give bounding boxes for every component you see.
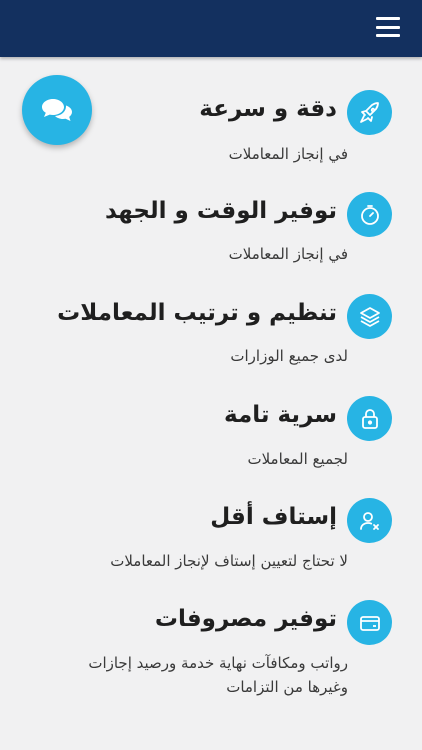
layers-icon bbox=[359, 306, 380, 327]
top-app-bar bbox=[0, 0, 422, 57]
feature-icon-circle bbox=[347, 192, 392, 237]
feature-icon-circle bbox=[347, 600, 392, 645]
hamburger-menu-icon[interactable] bbox=[376, 17, 400, 37]
lock-icon bbox=[361, 408, 378, 429]
feature-icon-circle bbox=[347, 498, 392, 543]
feature-description: لا تحتاج لتعيين إستاف لإنجاز المعاملات bbox=[110, 552, 348, 570]
feature-description: لجميع المعاملات bbox=[247, 450, 348, 468]
chat-bubbles-icon bbox=[42, 99, 72, 121]
feature-title: تنظيم و ترتيب المعاملات bbox=[57, 300, 337, 326]
feature-description: في إنجاز المعاملات bbox=[228, 145, 348, 163]
chat-button[interactable] bbox=[22, 75, 92, 145]
clock-icon bbox=[360, 204, 379, 225]
feature-title: توفير مصروفات bbox=[154, 606, 337, 632]
feature-icon-circle bbox=[347, 396, 392, 441]
user-remove-icon bbox=[359, 511, 379, 530]
wallet-icon bbox=[359, 615, 380, 631]
feature-description: لدى جميع الوزارات bbox=[230, 347, 348, 365]
feature-icon-circle bbox=[347, 90, 392, 135]
feature-description: رواتب ومكافآت نهاية خدمة ورصيد إجازات وغ… bbox=[88, 654, 348, 696]
rocket-icon bbox=[359, 101, 379, 123]
feature-title: دقة و سرعة bbox=[199, 96, 337, 122]
feature-title: إستاف أقل bbox=[210, 504, 337, 530]
feature-icon-circle bbox=[347, 294, 392, 339]
feature-description: في إنجاز المعاملات bbox=[228, 245, 348, 263]
feature-title: توفير الوقت و الجهد bbox=[104, 198, 337, 224]
feature-title: سرية تامة bbox=[224, 402, 337, 428]
